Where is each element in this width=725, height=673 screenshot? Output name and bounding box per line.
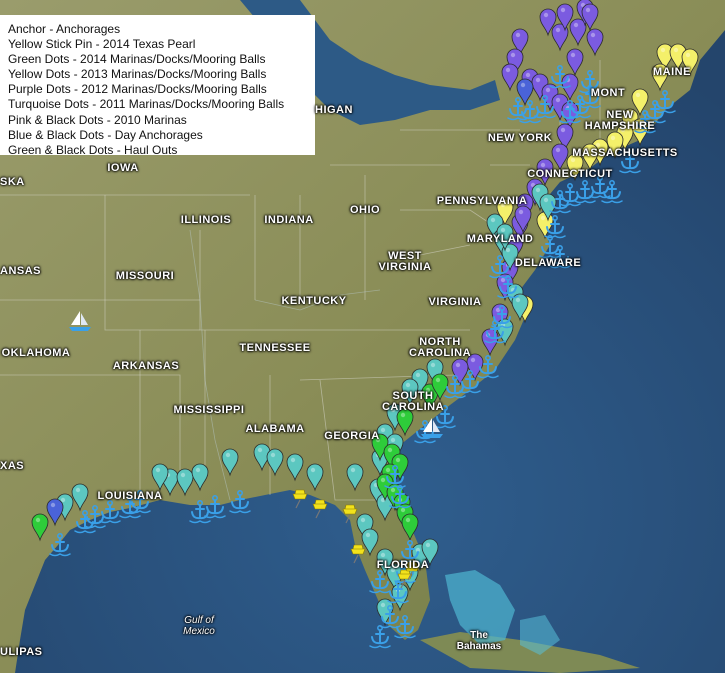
label-texas: XAS — [0, 460, 25, 472]
label-delaware: DELAWARE — [514, 257, 582, 269]
label-west-virginia: WEST VIRGINIA — [378, 250, 432, 273]
legend-item-green-dots: Green Dots - 2014 Marinas/Docks/Mooring … — [8, 52, 266, 67]
label-pennsylvania: PENNSYLVANIA — [436, 195, 528, 207]
legend-item-turquoise-dots: Turquoise Dots - 2011 Marinas/Docks/Moor… — [8, 97, 285, 112]
label-nebraska: SKA — [0, 176, 25, 188]
label-indiana: INDIANA — [264, 214, 314, 226]
label-virginia: VIRGINIA — [428, 296, 482, 308]
label-maine: MAINE — [653, 66, 691, 78]
label-connecticut: CONNECTICUT — [527, 168, 613, 180]
label-south-carolina: SOUTH CAROLINA — [381, 390, 445, 413]
label-tennessee: TENNESSEE — [239, 342, 311, 354]
label-vermont: MONT — [590, 87, 626, 99]
label-tamaulipas: ULIPAS — [0, 646, 43, 658]
label-louisiana: LOUISIANA — [97, 490, 163, 502]
legend-item-pink-black-dots: Pink & Black Dots - 2010 Marinas — [8, 112, 187, 127]
legend-item-anchorages: Anchor - Anchorages — [8, 22, 121, 36]
label-arkansas: ARKANSAS — [112, 360, 180, 372]
label-maryland: MARYLAND — [466, 233, 534, 245]
label-ohio: OHIO — [349, 204, 381, 216]
map-legend: Anchor - Anchorages Yellow Stick Pin - 2… — [0, 15, 315, 157]
legend-item-yellow-dots: Yellow Dots - 2013 Marinas/Docks/Mooring… — [8, 67, 267, 82]
label-iowa: IOWA — [107, 162, 139, 174]
label-new-hampshire: NEW HAMPSHIRE — [584, 109, 656, 132]
legend-item-blue-black-dots: Blue & Black Dots - Day Anchorages — [8, 127, 203, 142]
label-florida: FLORIDA — [376, 559, 430, 571]
label-mississippi: MISSISSIPPI — [173, 404, 245, 416]
label-new-york: NEW YORK — [487, 132, 553, 144]
legend-item-green-black-dots: Green & Black Dots - Haul Outs — [8, 142, 178, 157]
label-alabama: ALABAMA — [245, 423, 305, 435]
label-michigan: HIGAN — [315, 104, 353, 116]
legend-item-stick-pin: Yellow Stick Pin - 2014 Texas Pearl — [8, 37, 196, 52]
label-illinois: ILLINOIS — [180, 214, 232, 226]
label-massachusetts: MASSACHUSETTS — [572, 147, 678, 159]
label-bahamas: The Bahamas — [456, 630, 502, 652]
label-kentucky: KENTUCKY — [281, 295, 347, 307]
label-oklahoma: OKLAHOMA — [1, 347, 71, 359]
label-gulf-of-mexico: Gulf of Mexico — [183, 615, 215, 637]
label-missouri: MISSOURI — [115, 270, 175, 282]
label-north-carolina: NORTH CAROLINA — [408, 336, 472, 359]
legend-item-purple-dots: Purple Dots - 2012 Marinas/Docks/Mooring… — [8, 82, 267, 97]
label-georgia: GEORGIA — [324, 430, 380, 442]
label-kansas: ANSAS — [0, 265, 42, 277]
